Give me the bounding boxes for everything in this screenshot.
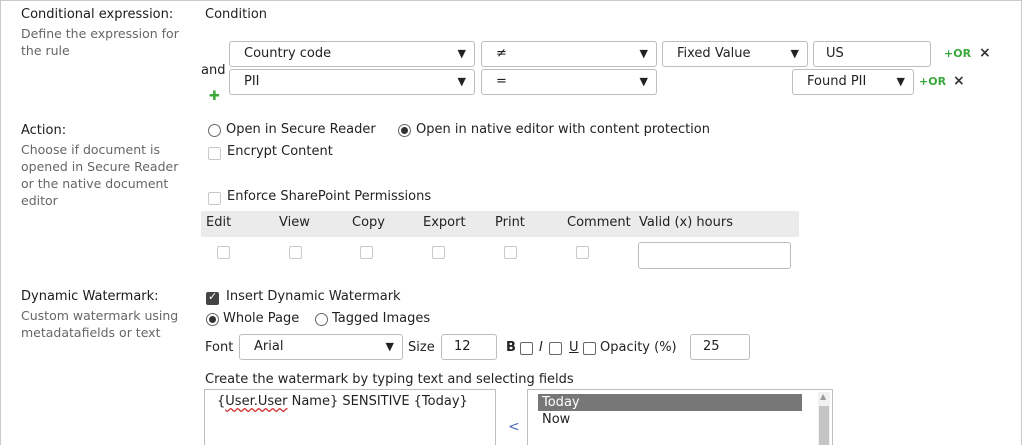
field-option-today[interactable]: Today: [538, 394, 802, 411]
conditional-desc: Define the expression for the rule: [21, 26, 179, 58]
whole-page-label: Whole Page: [223, 311, 300, 326]
underline-label: U: [569, 340, 579, 355]
open-native-editor-label: Open in native editor with content prote…: [416, 122, 710, 137]
font-select[interactable]: Arial ▼: [239, 334, 403, 360]
value-type-select-2[interactable]: Found PII ▼: [792, 69, 914, 95]
and-label: and: [201, 63, 226, 78]
condition-operator-select-2[interactable]: = ▼: [481, 69, 657, 95]
encrypt-content-checkbox[interactable]: [208, 147, 221, 160]
chevron-down-icon: ▼: [385, 340, 394, 353]
col-edit: Edit: [206, 215, 232, 230]
rule-form: Conditional expression: Define the expre…: [0, 0, 1022, 445]
add-or-button-1[interactable]: +OR: [944, 47, 971, 60]
condition-field-select-2[interactable]: PII ▼: [229, 69, 475, 95]
enforce-sharepoint-label: Enforce SharePoint Permissions: [227, 189, 432, 204]
col-view: View: [279, 215, 310, 230]
print-checkbox[interactable]: [504, 246, 517, 259]
tagged-images-label: Tagged Images: [332, 311, 431, 326]
conditional-title: Conditional expression:: [21, 7, 174, 22]
enforce-sharepoint-checkbox[interactable]: [208, 192, 221, 205]
scroll-up-icon[interactable]: ▲: [820, 392, 826, 401]
watermark-text-rest: Name} SENSITIVE {Today}: [287, 394, 468, 409]
operator-value: ≠: [496, 46, 507, 61]
create-watermark-label: Create the watermark by typing text and …: [205, 372, 574, 387]
view-checkbox[interactable]: [289, 246, 302, 259]
chevron-down-icon: ▼: [639, 47, 648, 60]
action-title: Action:: [21, 123, 67, 138]
condition-field-value: Country code: [244, 46, 332, 61]
col-copy: Copy: [352, 215, 385, 230]
condition-field-value: PII: [244, 74, 260, 89]
opacity-label: Opacity (%): [600, 340, 677, 355]
insert-field-arrow-button[interactable]: <: [508, 419, 520, 435]
condition-header: Condition: [205, 7, 268, 22]
open-secure-reader-label: Open in Secure Reader: [226, 122, 376, 137]
operator-value: =: [496, 74, 507, 89]
copy-checkbox[interactable]: [360, 246, 373, 259]
chevron-down-icon: ▼: [790, 47, 799, 60]
col-valid-hours: Valid (x) hours: [639, 215, 733, 230]
valid-hours-input[interactable]: [638, 242, 791, 269]
whole-page-radio[interactable]: [206, 313, 219, 326]
chevron-down-icon: ▼: [896, 75, 905, 88]
size-label: Size: [408, 340, 435, 355]
value-type-value: Found PII: [807, 74, 867, 89]
watermark-text-area[interactable]: {User.User Name} SENSITIVE {Today}: [204, 389, 496, 445]
watermark-desc: Custom watermark using metadatafields or…: [21, 308, 179, 340]
tagged-images-radio[interactable]: [315, 313, 328, 326]
col-print: Print: [495, 215, 525, 230]
scrollbar-thumb[interactable]: [819, 406, 829, 445]
value-type-value: Fixed Value: [677, 46, 751, 61]
remove-condition-button-2[interactable]: ×: [953, 73, 965, 89]
watermark-title: Dynamic Watermark:: [21, 289, 159, 304]
condition-field-select-1[interactable]: Country code ▼: [229, 41, 475, 67]
watermark-text-field: User.User: [225, 394, 288, 409]
value-type-select-1[interactable]: Fixed Value ▼: [662, 41, 808, 67]
chevron-down-icon: ▼: [457, 75, 466, 88]
add-condition-plus-icon[interactable]: ✚: [209, 89, 220, 104]
font-label: Font: [205, 340, 234, 355]
fields-listbox[interactable]: Today Now ▲: [527, 389, 833, 445]
listbox-scrollbar[interactable]: ▲: [818, 392, 830, 445]
col-comment: Comment: [567, 215, 631, 230]
italic-checkbox[interactable]: [549, 342, 562, 355]
encrypt-content-label: Encrypt Content: [227, 144, 333, 159]
edit-checkbox[interactable]: [217, 246, 230, 259]
open-native-editor-radio[interactable]: [398, 124, 411, 137]
export-checkbox[interactable]: [432, 246, 445, 259]
chevron-down-icon: ▼: [639, 75, 648, 88]
insert-watermark-label: Insert Dynamic Watermark: [226, 289, 401, 304]
bold-checkbox[interactable]: [520, 342, 533, 355]
field-option-now[interactable]: Now: [542, 412, 570, 427]
condition-operator-select-1[interactable]: ≠ ▼: [481, 41, 657, 67]
opacity-input[interactable]: 25: [690, 334, 750, 360]
condition-value-input-1[interactable]: US: [813, 41, 931, 67]
italic-label: I: [539, 340, 543, 355]
size-input[interactable]: 12: [441, 334, 497, 360]
open-secure-reader-radio[interactable]: [208, 124, 221, 137]
col-export: Export: [423, 215, 466, 230]
bold-label: B: [506, 340, 516, 355]
chevron-down-icon: ▼: [457, 47, 466, 60]
action-desc: Choose if document is opened in Secure R…: [21, 142, 179, 208]
comment-checkbox[interactable]: [576, 246, 589, 259]
underline-checkbox[interactable]: [583, 342, 596, 355]
remove-condition-button-1[interactable]: ×: [979, 45, 991, 61]
font-value: Arial: [254, 339, 284, 354]
insert-watermark-checkbox[interactable]: [206, 290, 219, 305]
add-or-button-2[interactable]: +OR: [919, 75, 946, 88]
